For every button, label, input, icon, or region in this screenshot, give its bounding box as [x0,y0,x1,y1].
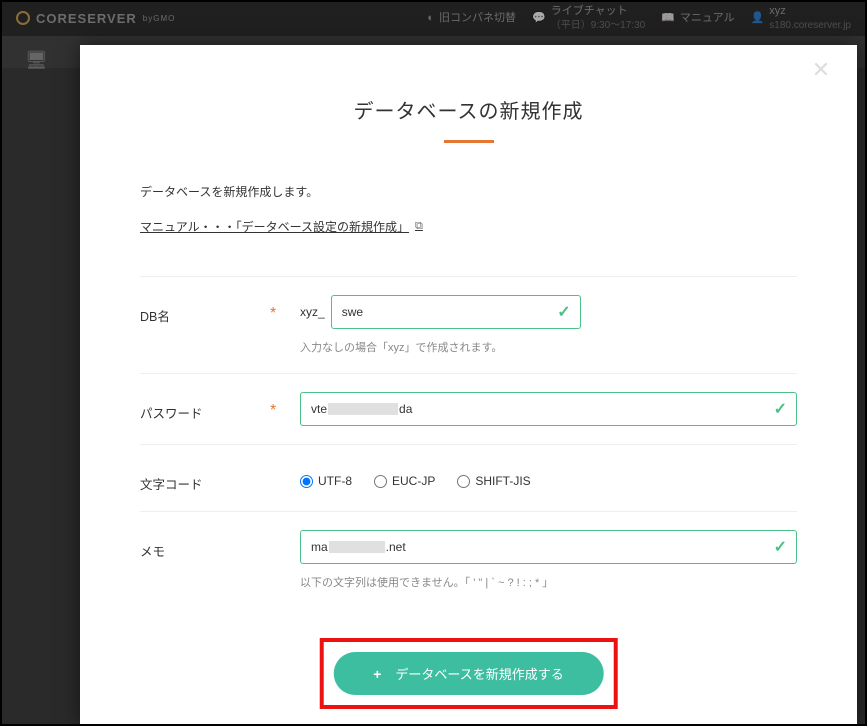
memo-input[interactable]: ma .net [300,530,797,564]
old-cp-toggle[interactable]: ◐ 旧コンパネ切替 [427,11,516,25]
modal: データベースの新規作成 データベースを新規作成します。 マニュアル・・・「データ… [80,45,857,726]
masked-segment [329,541,385,553]
modal-content: データベースの新規作成 データベースを新規作成します。 マニュアル・・・「データ… [80,45,857,726]
row-charset: 文字コード UTF-8 EUC-JP [140,444,797,511]
label-charset: 文字コード [140,463,270,493]
row-db-name: DB名 * xyz_ ✓ 入力なしの場合「xyz」で作成されます。 [140,276,797,373]
sidebar-monitor-icon[interactable]: 🖥 [25,50,48,71]
label-memo: メモ [140,530,270,560]
required-mark: * [270,295,300,323]
label-password: パスワード [140,392,270,422]
radio-sjis[interactable]: SHIFT-JIS [457,474,530,488]
radio-eucjp[interactable]: EUC-JP [374,474,435,488]
manual-link-top[interactable]: 📖 マニュアル [661,11,734,25]
user-icon: 👤 [751,11,765,25]
modal-title: データベースの新規作成 [140,95,797,124]
masked-segment [328,403,398,415]
logo-text: CORESERVER [36,11,137,26]
logo-sub: byGMO [143,14,176,23]
check-icon: ✓ [774,399,787,419]
plus-icon: + [373,666,381,682]
required-mark: * [270,392,300,420]
radio-utf8[interactable]: UTF-8 [300,474,352,488]
db-name-hint: 入力なしの場合「xyz」で作成されます。 [300,339,797,355]
logo-icon [16,11,30,25]
chat-icon: 💬 [532,11,546,25]
charset-radio-group: UTF-8 EUC-JP SHIFT-JIS [300,463,797,488]
book-icon: 📖 [661,11,675,25]
memo-hint: 以下の文字列は使用できません。「 ' " | ` ~ ? ! : ; * 」 [300,574,797,590]
db-prefix: xyz_ [300,305,325,319]
toggle-icon: ◐ [427,11,434,25]
user-info[interactable]: 👤 xyz s180.coreserver.jp [751,4,851,31]
close-icon: ✕ [812,57,830,83]
form: DB名 * xyz_ ✓ 入力なしの場合「xyz」で作成されます。 パスワード … [140,276,797,608]
check-icon: ✓ [774,537,787,557]
manual-link[interactable]: マニュアル・・・「データベース設定の新規作成」 ⧉ [140,218,423,235]
submit-highlight: + データベースを新規作成する [319,638,618,709]
intro-text: データベースを新規作成します。 [140,183,797,200]
label-db-name: DB名 [140,295,270,325]
row-password: パスワード * vte da ✓ [140,373,797,444]
live-chat[interactable]: 💬 ライブチャット （平日）9:30～17:30 [532,4,645,31]
external-link-icon: ⧉ [415,220,423,233]
row-memo: メモ ma .net ✓ 以下の文字列は使用できません。「 ' " | ` ~ … [140,511,797,608]
db-name-input[interactable] [331,295,581,329]
check-icon: ✓ [557,302,570,322]
title-underline [444,140,494,143]
top-bar: CORESERVER byGMO ◐ 旧コンパネ切替 💬 ライブチャット （平日… [0,0,867,36]
logo: CORESERVER byGMO [16,11,175,26]
close-button[interactable]: ✕ [803,52,839,88]
submit-button[interactable]: + データベースを新規作成する [333,652,604,695]
password-input[interactable]: vte da [300,392,797,426]
